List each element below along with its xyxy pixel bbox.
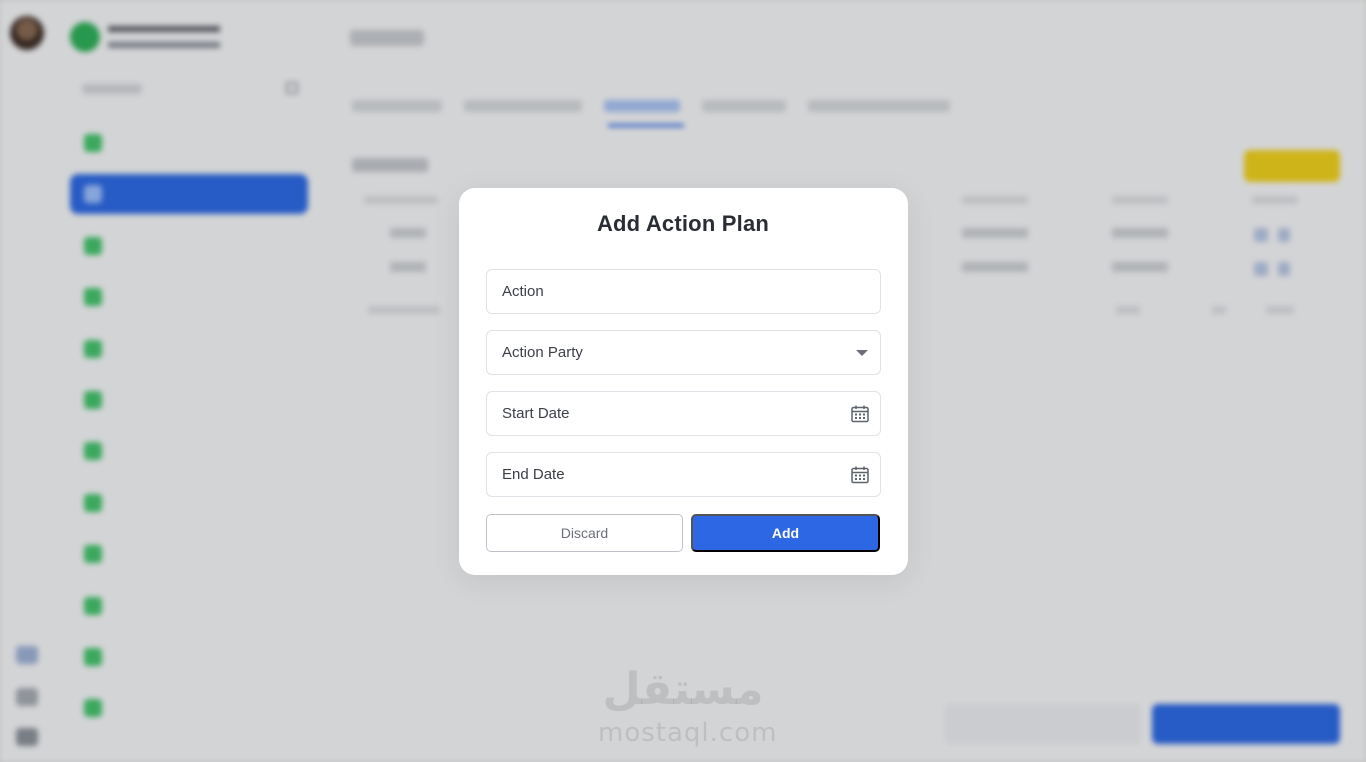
discard-button[interactable]: Discard xyxy=(486,514,683,552)
watermark-arabic: مستقل xyxy=(602,664,764,715)
action-party-select[interactable]: Action Party xyxy=(486,330,881,375)
start-date-picker[interactable]: Start Date xyxy=(486,391,881,436)
action-input[interactable]: Action xyxy=(486,269,881,314)
end-date-picker[interactable]: End Date xyxy=(486,452,881,497)
calendar-icon[interactable] xyxy=(850,465,870,485)
chevron-down-icon[interactable] xyxy=(856,349,870,356)
watermark-latin: mostaql.com xyxy=(598,718,778,748)
calendar-icon[interactable] xyxy=(850,404,870,424)
start-date-placeholder: Start Date xyxy=(502,405,570,422)
action-party-placeholder: Action Party xyxy=(502,344,583,361)
add-button[interactable]: Add xyxy=(691,514,880,552)
end-date-placeholder: End Date xyxy=(502,466,565,483)
action-input-placeholder: Action xyxy=(502,283,544,300)
dialog-title: Add Action Plan xyxy=(596,211,770,236)
